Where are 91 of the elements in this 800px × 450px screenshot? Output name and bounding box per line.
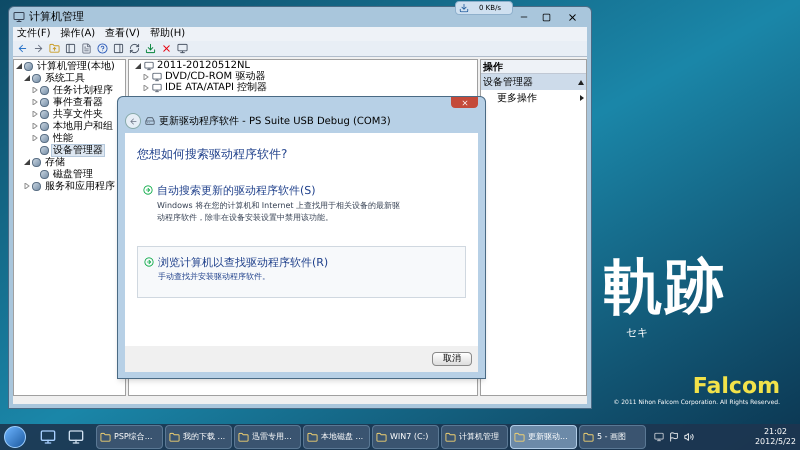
folder-icon (445, 432, 456, 442)
volume-icon[interactable] (684, 432, 694, 442)
panel-icon[interactable] (65, 43, 76, 54)
refresh-icon[interactable] (129, 43, 140, 54)
expand-arrow-icon[interactable] (32, 111, 38, 117)
expand-arrow-icon[interactable] (24, 183, 30, 189)
show-desktop-icon[interactable] (40, 429, 56, 445)
tree-item[interactable]: 本地用户和组 (51, 120, 115, 132)
folder-icon (376, 432, 387, 442)
expand-arrow-icon[interactable] (143, 74, 149, 80)
dialog-question: 您想如何搜索驱动程序软件? (137, 146, 288, 163)
device-item[interactable]: IDE ATA/ATAPI 控制器 (165, 82, 268, 93)
tree-item[interactable]: 计算机管理(本地) (35, 60, 117, 72)
maximize-icon (542, 12, 550, 22)
expand-arrow-icon[interactable] (143, 84, 149, 90)
expand-arrow-icon[interactable] (32, 87, 38, 93)
tree-item[interactable]: 性能 (51, 132, 75, 144)
option-link[interactable]: 浏览计算机以查找驱动程序软件(R) 手动查找并安装驱动程序软件。 (137, 246, 466, 298)
monitor-icon[interactable] (177, 43, 188, 54)
close-icon (566, 12, 578, 22)
tree-item[interactable]: 磁盘管理 (51, 168, 95, 180)
option-description: 手动查找并安装驱动程序软件。 (158, 271, 271, 283)
expand-arrow-icon[interactable] (32, 135, 38, 141)
menu-item[interactable]: 文件(F) (17, 29, 51, 39)
menu-item[interactable]: 操作(A) (60, 29, 96, 39)
expand-arrow-icon[interactable] (32, 123, 38, 129)
folder-icon (169, 432, 180, 442)
option-title[interactable]: 自动搜索更新的驱动程序软件(S) (157, 183, 407, 200)
forward-icon[interactable] (33, 43, 44, 54)
wallpaper-subtitle: セキ (626, 325, 648, 341)
menu-item[interactable]: 帮助(H) (150, 29, 186, 39)
tree-item[interactable]: 共享文件夹 (51, 108, 105, 120)
clock-date[interactable]: 2012/5/22 (754, 437, 796, 447)
collapse-arrow-icon[interactable] (24, 75, 30, 81)
action-item[interactable]: 更多操作 (497, 90, 580, 106)
window-switch-icon[interactable] (68, 429, 84, 445)
tray-icon[interactable] (654, 432, 664, 442)
option-description: Windows 将在您的计算机和 Internet 上查找用于相关设备的最新驱动程序软件，除非在设备安装设置中禁用该功能。 (157, 200, 402, 224)
close-icon[interactable] (161, 43, 172, 54)
window-title: 计算机管理 (29, 8, 85, 25)
taskbar-button[interactable]: WIN7 (C:) (372, 425, 439, 449)
tree-item[interactable]: 事件查看器 (51, 96, 105, 108)
start-button[interactable] (4, 426, 26, 448)
taskbar-button[interactable]: 更新驱动... (510, 425, 577, 449)
option-link[interactable]: 自动搜索更新的驱动程序软件(S) Windows 将在您的计算机和 Internet 上查找用于相关设备的最新驱动程序软件，除非在设备安装设置中禁用该功能。 (137, 183, 466, 224)
collapse-arrow-icon[interactable] (24, 159, 30, 165)
collapse-arrow-icon[interactable] (16, 63, 22, 69)
taskbar-button[interactable]: 计算机管理 (441, 425, 508, 449)
folder-icon (100, 432, 111, 442)
device-icon (152, 82, 162, 92)
back-icon[interactable] (17, 43, 28, 54)
taskbar-button[interactable]: 迅雷专用... (234, 425, 301, 449)
device-item[interactable]: 2011-20120512NL (157, 60, 250, 71)
tree-item[interactable]: 服务和应用程序 (43, 180, 117, 192)
collapse-triangle-icon[interactable] (578, 80, 584, 84)
taskbar-button[interactable]: PSP综合... (96, 425, 163, 449)
actions-header: 操作 (481, 60, 586, 74)
collapse-arrow-icon[interactable] (135, 62, 141, 68)
submenu-arrow-icon (580, 95, 584, 101)
expand-arrow-icon[interactable] (32, 99, 38, 105)
taskbar-button[interactable]: 5 - 画图 (579, 425, 646, 449)
folder-icon (583, 432, 594, 442)
flag-icon[interactable] (669, 432, 679, 442)
help-icon[interactable] (97, 43, 108, 54)
option-title[interactable]: 浏览计算机以查找驱动程序软件(R) (158, 254, 408, 271)
back-button[interactable] (125, 113, 141, 129)
taskbar-button[interactable]: 本地磁盘 ... (303, 425, 370, 449)
tree-item[interactable]: 设备管理器 (51, 144, 105, 156)
cancel-button[interactable]: 取消 (432, 352, 472, 366)
tree-item[interactable]: 任务计划程序 (51, 84, 115, 96)
folder-icon (238, 432, 249, 442)
device-icon (144, 60, 154, 70)
dialog-title: 更新驱动程序软件 - PS Suite USB Debug (COM3) (159, 114, 391, 128)
tree-item[interactable]: 系统工具 (43, 72, 87, 84)
folder-icon (307, 432, 318, 442)
clock-time[interactable]: 21:02 (764, 427, 788, 437)
computer-icon (13, 11, 25, 23)
document-icon[interactable] (81, 43, 92, 54)
back-arrow-icon (128, 116, 138, 126)
device-icon (152, 72, 162, 82)
panel-icon[interactable] (113, 43, 124, 54)
usb-device-icon (145, 116, 155, 126)
wallpaper-logo: 軌跡 (603, 251, 725, 324)
menu-item[interactable]: 查看(V) (105, 29, 140, 39)
taskbar-button[interactable]: 我的下载 ... (165, 425, 232, 449)
folder-icon (514, 432, 525, 442)
device-item[interactable]: DVD/CD-ROM 驱动器 (165, 71, 266, 82)
close-icon (460, 98, 468, 106)
tree-item[interactable]: 存储 (43, 156, 67, 168)
brand-logo: Falcom (692, 376, 780, 398)
download-icon[interactable] (145, 43, 156, 54)
